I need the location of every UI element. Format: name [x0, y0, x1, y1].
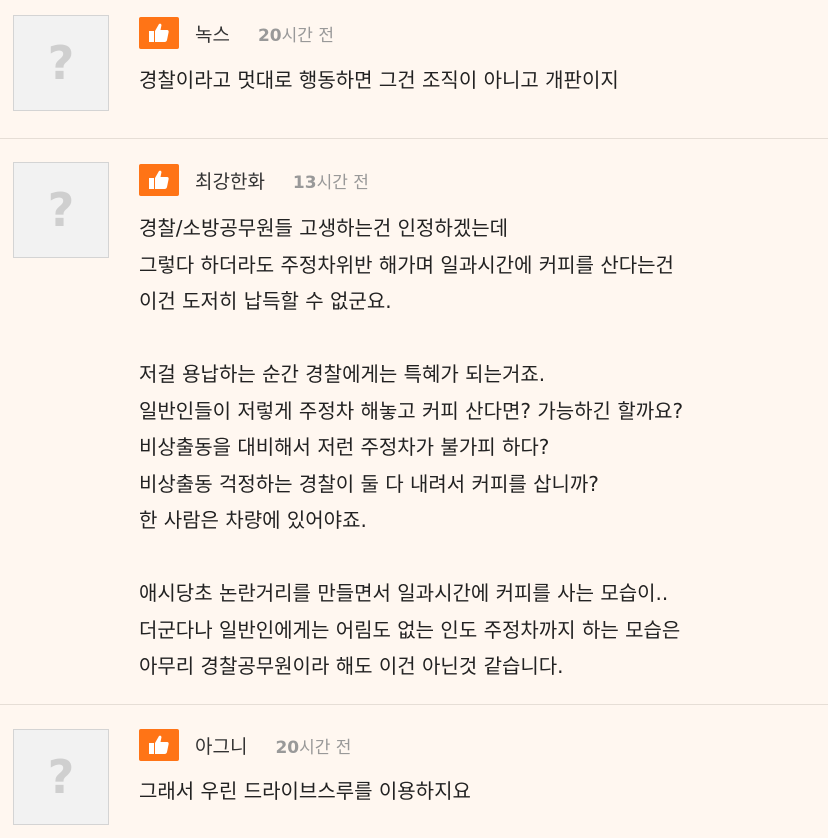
placeholder-avatar-icon: ? [47, 36, 75, 90]
comment-nickname[interactable]: 최강한화 [195, 167, 265, 194]
comment-item: ? 아그니 20시간 전 그래서 우린 드라이브스루를 이용하지요 [0, 705, 828, 838]
avatar[interactable]: ? [13, 162, 109, 258]
comment-item: ? 최강한화 13시간 전 경찰/소방공무원들 고생하는건 인정하겠는데 그렇다… [0, 139, 828, 705]
time-number: 13 [292, 172, 317, 193]
comment-text: 경찰/소방공무원들 고생하는건 인정하겠는데 그렇다 하더라도 주정차위반 해가… [139, 216, 684, 678]
comment-item: ? 녹스 20시간 전 경찰이라고 멋대로 행동하면 그건 조직이 아니고 개판… [0, 0, 828, 139]
time-number: 20 [275, 737, 300, 758]
avatar[interactable]: ? [13, 729, 109, 825]
comment-meta: 최강한화 13시간 전 [139, 164, 369, 196]
thumbs-up-icon[interactable] [139, 729, 179, 761]
avatar[interactable]: ? [13, 15, 109, 111]
comment-meta: 아그니 20시간 전 [139, 729, 351, 761]
time-unit: 시간 전 [316, 172, 369, 193]
thumbs-up-icon[interactable] [139, 164, 179, 196]
comment-timestamp: 20시간 전 [275, 733, 351, 758]
placeholder-avatar-icon: ? [47, 750, 75, 804]
comment-nickname[interactable]: 아그니 [195, 732, 247, 759]
comment-timestamp: 13시간 전 [293, 168, 369, 193]
time-unit: 시간 전 [281, 25, 334, 46]
comment-meta: 녹스 20시간 전 [139, 17, 334, 49]
comment-timestamp: 20시간 전 [258, 21, 334, 46]
comment-nickname[interactable]: 녹스 [195, 20, 230, 47]
time-unit: 시간 전 [299, 737, 352, 758]
comment-text: 경찰이라고 멋대로 행동하면 그건 조직이 아니고 개판이지 [139, 68, 619, 92]
placeholder-avatar-icon: ? [47, 183, 75, 237]
thumbs-up-icon[interactable] [139, 17, 179, 49]
comment-list: ? 녹스 20시간 전 경찰이라고 멋대로 행동하면 그건 조직이 아니고 개판… [0, 0, 828, 838]
comment-text: 그래서 우린 드라이브스루를 이용하지요 [139, 779, 471, 803]
time-number: 20 [257, 25, 282, 46]
